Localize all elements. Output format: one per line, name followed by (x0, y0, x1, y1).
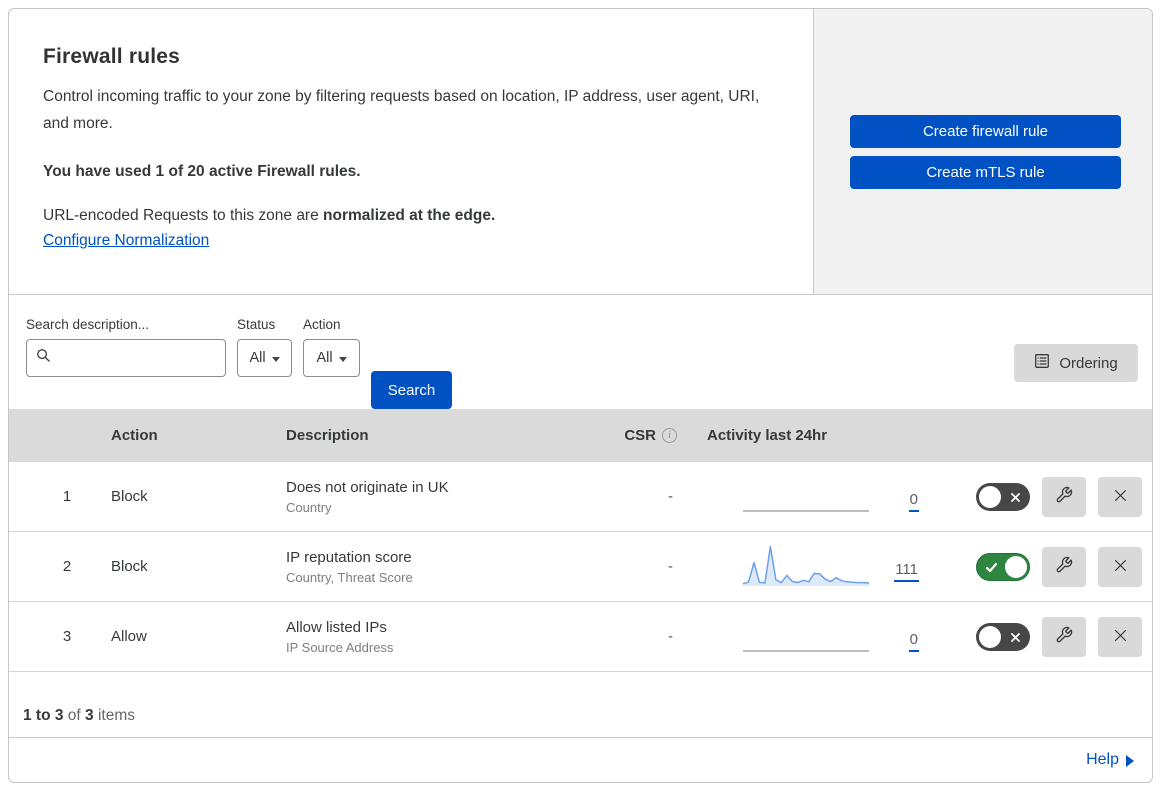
activity-column-header: Activity last 24hr (681, 427, 929, 444)
search-input-box[interactable] (26, 339, 226, 377)
rule-priority: 1 (9, 488, 111, 505)
info-icon[interactable]: i (662, 428, 677, 443)
caret-down-icon (272, 357, 280, 362)
csr-column-header: CSR i (609, 427, 681, 444)
delete-rule-button[interactable] (1098, 617, 1142, 657)
edit-rule-button[interactable] (1042, 617, 1086, 657)
ordering-list-icon (1034, 353, 1050, 373)
rule-action: Allow (111, 628, 284, 645)
rule-description-cell: Allow listed IPs IP Source Address (284, 619, 609, 655)
status-select[interactable]: All (237, 339, 292, 377)
wrench-icon (1055, 486, 1073, 507)
action-select-value: All (316, 350, 332, 366)
activity-sparkline (743, 615, 869, 659)
action-label: Action (303, 317, 360, 332)
rule-enabled-toggle[interactable] (976, 483, 1030, 511)
rule-fields: Country, Threat Score (286, 570, 609, 585)
pagination-summary: 1 to 3 of 3 items (9, 672, 1152, 737)
toggle-x-icon (1010, 490, 1021, 507)
help-arrow-icon (1126, 755, 1134, 767)
rule-csr: - (609, 488, 681, 505)
help-link-label: Help (1086, 751, 1119, 769)
rule-description: Allow listed IPs (286, 619, 609, 636)
search-button-col: Search (371, 317, 452, 409)
usage-text: You have used 1 of 20 active Firewall ru… (43, 163, 773, 181)
table-row: 1 Block Does not originate in UK Country… (9, 462, 1152, 532)
table-row: 2 Block IP reputation score Country, Thr… (9, 532, 1152, 602)
rule-csr: - (609, 628, 681, 645)
table-header: Action Description CSR i Activity last 2… (9, 409, 1152, 462)
rule-controls (929, 547, 1152, 587)
rule-activity-cell: 0 (681, 615, 929, 659)
table-row: 3 Allow Allow listed IPs IP Source Addre… (9, 602, 1152, 672)
firewall-rules-card: Firewall rules Control incoming traffic … (8, 8, 1153, 783)
toggle-check-icon (985, 561, 998, 578)
filter-bar: Search description... Status All Action … (9, 295, 1152, 409)
page-description: Control incoming traffic to your zone by… (43, 83, 773, 137)
help-link[interactable]: Help (1086, 751, 1134, 769)
edit-rule-button[interactable] (1042, 547, 1086, 587)
rule-priority: 2 (9, 558, 111, 575)
activity-count-link[interactable]: 0 (909, 491, 919, 512)
status-label: Status (237, 317, 292, 332)
overview-section: Firewall rules Control incoming traffic … (9, 9, 1152, 295)
status-select-value: All (249, 350, 265, 366)
overview-text-panel: Firewall rules Control incoming traffic … (9, 9, 813, 294)
wrench-icon (1055, 626, 1073, 647)
rule-description-cell: Does not originate in UK Country (284, 479, 609, 515)
activity-count-link[interactable]: 111 (894, 561, 919, 582)
actions-panel: Create firewall rule Create mTLS rule (813, 9, 1152, 294)
page-title: Firewall rules (43, 45, 773, 69)
toggle-knob (979, 486, 1001, 508)
rule-activity-cell: 0 (681, 475, 929, 519)
normalization-text: URL-encoded Requests to this zone are no… (43, 207, 773, 225)
rule-action: Block (111, 488, 284, 505)
rule-controls (929, 617, 1152, 657)
toggle-x-icon (1010, 630, 1021, 647)
rule-priority: 3 (9, 628, 111, 645)
edit-rule-button[interactable] (1042, 477, 1086, 517)
search-input[interactable] (58, 350, 216, 366)
rule-enabled-toggle[interactable] (976, 553, 1030, 581)
rule-description: IP reputation score (286, 549, 609, 566)
ordering-button-label: Ordering (1059, 355, 1117, 372)
delete-x-icon (1112, 557, 1129, 577)
create-mtls-rule-button[interactable]: Create mTLS rule (850, 156, 1121, 189)
rule-fields: IP Source Address (286, 640, 609, 655)
rule-action: Block (111, 558, 284, 575)
activity-count-link[interactable]: 0 (909, 631, 919, 652)
toggle-knob (1005, 556, 1027, 578)
caret-down-icon (339, 357, 347, 362)
create-firewall-rule-button[interactable]: Create firewall rule (850, 115, 1121, 148)
rule-activity-cell: 111 (681, 545, 929, 589)
help-bar: Help (9, 737, 1152, 782)
range-text: 1 to 3 (23, 707, 63, 725)
ordering-button[interactable]: Ordering (1014, 344, 1138, 382)
search-icon (36, 348, 51, 368)
total-count: 3 (85, 707, 94, 725)
rule-fields: Country (286, 500, 609, 515)
search-field: Search description... (26, 317, 226, 409)
search-label: Search description... (26, 317, 226, 332)
delete-rule-button[interactable] (1098, 547, 1142, 587)
configure-normalization-link[interactable]: Configure Normalization (43, 232, 209, 250)
toggle-knob (979, 626, 1001, 648)
rule-enabled-toggle[interactable] (976, 623, 1030, 651)
status-field: Status All (237, 317, 292, 409)
rule-description: Does not originate in UK (286, 479, 609, 496)
delete-rule-button[interactable] (1098, 477, 1142, 517)
delete-x-icon (1112, 487, 1129, 507)
delete-x-icon (1112, 627, 1129, 647)
activity-sparkline (743, 475, 869, 519)
action-column-header: Action (111, 427, 284, 444)
rule-controls (929, 477, 1152, 517)
description-column-header: Description (284, 427, 609, 444)
search-button[interactable]: Search (371, 371, 452, 409)
action-field: Action All (303, 317, 360, 409)
wrench-icon (1055, 556, 1073, 577)
rule-description-cell: IP reputation score Country, Threat Scor… (284, 549, 609, 585)
activity-sparkline (743, 545, 869, 589)
rule-csr: - (609, 558, 681, 575)
action-select[interactable]: All (303, 339, 360, 377)
